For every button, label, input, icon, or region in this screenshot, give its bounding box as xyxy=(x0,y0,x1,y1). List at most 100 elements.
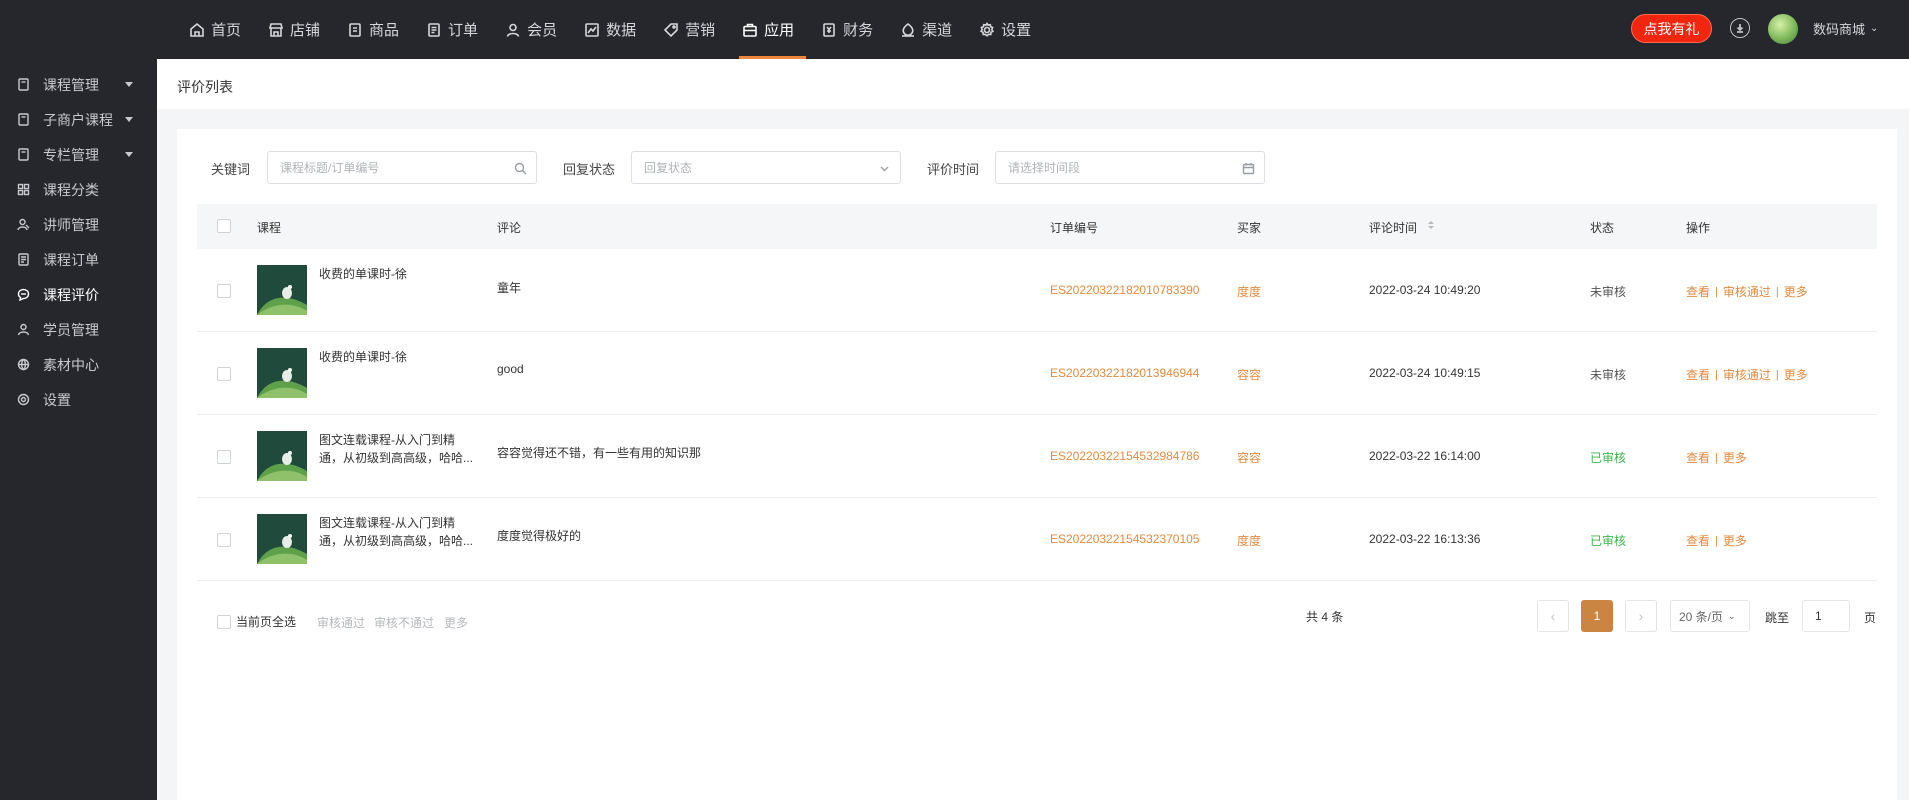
divider: | xyxy=(1715,534,1718,547)
order-number-link[interactable]: ES20220322154532984786 xyxy=(1050,449,1199,463)
total-count: 共 4 条 xyxy=(1306,610,1344,624)
course-title-line1: 收费的单课时-徐 xyxy=(319,350,407,364)
bulk-reject-button[interactable]: 审核不通过 xyxy=(374,614,434,631)
column-header-buyer: 买家 xyxy=(1237,221,1262,235)
sidebar-item-material-center[interactable]: 素材中心 xyxy=(0,347,157,382)
buyer-link[interactable]: 容容 xyxy=(1237,366,1261,383)
nav-item-store[interactable]: 店铺 xyxy=(265,0,332,59)
order-number-link[interactable]: ES2022032218201078339​0 xyxy=(1050,283,1199,297)
divider: | xyxy=(1715,368,1718,381)
nav-label: 订单 xyxy=(448,22,479,39)
row-actions: 查看 | 审核通过 | 更多 xyxy=(1686,366,1808,383)
review-time-placeholder: 请选择时间段 xyxy=(1008,161,1081,175)
product-icon xyxy=(346,21,364,39)
nav-item-data[interactable]: 数据 xyxy=(581,0,648,59)
chevron-left-icon: ‹ xyxy=(1550,608,1556,624)
more-link[interactable]: 更多 xyxy=(1723,532,1747,549)
review-time: 2022-03-24 10:49:20 xyxy=(1369,283,1481,297)
select-page-checkbox[interactable] xyxy=(217,614,231,629)
nav-item-order[interactable]: 订单 xyxy=(423,0,490,59)
shop-switcher[interactable]: 数码商城 ⌄ xyxy=(1813,19,1878,38)
prev-page-button[interactable]: ‹ xyxy=(1537,600,1569,632)
keyword-input[interactable]: 课程标题/订单编号 xyxy=(267,151,537,184)
bulk-approve-button[interactable]: 审核通过 xyxy=(317,614,365,631)
nav-item-product[interactable]: 商品 xyxy=(344,0,411,59)
sidebar-item-course-reviews[interactable]: 课程评价 xyxy=(0,277,157,312)
course-title-line1: 收费的单课时-徐 xyxy=(319,267,407,281)
column-header-review-time[interactable]: 评论时间 xyxy=(1369,219,1417,236)
gift-button[interactable]: 点我有礼 xyxy=(1631,14,1712,43)
more-link[interactable]: 更多 xyxy=(1784,283,1808,300)
home-icon xyxy=(188,21,206,39)
row-actions: 查看 | 审核通过 | 更多 xyxy=(1686,283,1808,300)
next-page-button[interactable]: › xyxy=(1625,600,1657,632)
sidebar-item-course-management[interactable]: 课程管理 xyxy=(0,67,157,102)
bulk-more-button[interactable]: 更多 xyxy=(444,614,468,631)
table-row: 图文连载课程-从入门到精 通，从初级到高高级，哈哈... 容容觉得还不错，有一些… xyxy=(197,415,1877,498)
caret-down-icon xyxy=(125,117,133,122)
buyer-link[interactable]: 度度 xyxy=(1237,283,1261,300)
nav-item-apps[interactable]: 应用 xyxy=(739,0,807,59)
row-checkbox[interactable] xyxy=(217,533,231,547)
search-icon[interactable] xyxy=(513,161,527,175)
sidebar-item-label: 课程管理 xyxy=(43,76,99,93)
select-page-toggle[interactable]: 当前页全选 xyxy=(217,613,296,630)
top-navigation-bar: 首页 店铺 商品 订单 会员 数据 营销 应用 财务 渠道 设置 点我有礼 数码… xyxy=(0,0,1909,59)
sidebar-item-course-category[interactable]: 课程分类 xyxy=(0,172,157,207)
approve-link[interactable]: 审核通过 xyxy=(1723,366,1771,383)
order-number-link[interactable]: ES20220322182013946944 xyxy=(1050,366,1199,380)
sidebar-item-course-orders[interactable]: 课程订单 xyxy=(0,242,157,277)
nav-item-member[interactable]: 会员 xyxy=(502,0,569,59)
nav-label: 设置 xyxy=(1001,22,1032,39)
sidebar-item-label: 课程分类 xyxy=(43,181,99,198)
sidebar-item-label: 讲师管理 xyxy=(43,216,99,233)
user-icon xyxy=(504,21,522,39)
select-all-checkbox[interactable] xyxy=(217,219,231,233)
row-checkbox[interactable] xyxy=(217,450,231,464)
sidebar-item-settings[interactable]: 设置 xyxy=(0,382,157,417)
grid-icon xyxy=(17,183,31,197)
row-checkbox[interactable] xyxy=(217,284,231,298)
more-link[interactable]: 更多 xyxy=(1784,366,1808,383)
nav-item-channel[interactable]: 渠道 xyxy=(897,0,964,59)
sidebar: 课程管理 子商户课程 专栏管理 课程分类 讲师管理 课程订单 课程评价 学员管理… xyxy=(0,59,157,800)
nav-item-home[interactable]: 首页 xyxy=(186,0,253,59)
nav-item-marketing[interactable]: 营销 xyxy=(660,0,727,59)
row-checkbox[interactable] xyxy=(217,367,231,381)
avatar[interactable] xyxy=(1768,14,1798,44)
table-row: 收费的单课时-徐 童年 ES2022032218201078339​0 度度 2… xyxy=(197,249,1877,332)
sidebar-item-student-management[interactable]: 学员管理 xyxy=(0,312,157,347)
review-time-picker[interactable]: 请选择时间段 xyxy=(995,151,1265,184)
buyer-link[interactable]: 度度 xyxy=(1237,532,1261,549)
nav-item-finance[interactable]: 财务 xyxy=(818,0,885,59)
sidebar-item-label: 素材中心 xyxy=(43,356,99,373)
column-header-order-no: 订单编号 xyxy=(1050,221,1099,235)
keyword-placeholder: 课程标题/订单编号 xyxy=(280,161,380,175)
view-link[interactable]: 查看 xyxy=(1686,532,1710,549)
course-thumbnail xyxy=(257,265,307,315)
calendar-icon xyxy=(1241,161,1255,175)
sidebar-item-column-management[interactable]: 专栏管理 xyxy=(0,137,157,172)
comment-text: 容容觉得还不错，有一些有用的知识那 xyxy=(497,446,702,460)
course-title: 收费的单课时-徐 xyxy=(319,265,484,283)
buyer-link[interactable]: 容容 xyxy=(1237,449,1261,466)
table-row: 收费的单课时-徐 good ES20220322182013946944 容容 … xyxy=(197,332,1877,415)
view-link[interactable]: 查看 xyxy=(1686,449,1710,466)
view-link[interactable]: 查看 xyxy=(1686,283,1710,300)
list-icon xyxy=(17,252,31,267)
sidebar-item-teacher-management[interactable]: 讲师管理 xyxy=(0,207,157,242)
nav-label: 渠道 xyxy=(922,22,953,39)
view-link[interactable]: 查看 xyxy=(1686,366,1710,383)
gear-icon xyxy=(978,21,996,39)
nav-item-settings[interactable]: 设置 xyxy=(976,0,1043,59)
download-icon[interactable] xyxy=(1730,18,1750,38)
approve-link[interactable]: 审核通过 xyxy=(1723,283,1771,300)
sidebar-item-sub-merchant-course[interactable]: 子商户课程 xyxy=(0,102,157,137)
more-link[interactable]: 更多 xyxy=(1723,449,1747,466)
page-button-current[interactable]: 1 xyxy=(1581,600,1613,632)
sort-icon[interactable] xyxy=(1428,221,1434,229)
reply-status-select[interactable]: 回复状态 xyxy=(631,151,901,184)
page-size-select[interactable]: 20 条/页 ⌄ xyxy=(1670,600,1750,632)
order-number-link[interactable]: ES20220322154532370105 xyxy=(1050,532,1199,546)
goto-page-input[interactable]: 1 xyxy=(1802,600,1850,632)
